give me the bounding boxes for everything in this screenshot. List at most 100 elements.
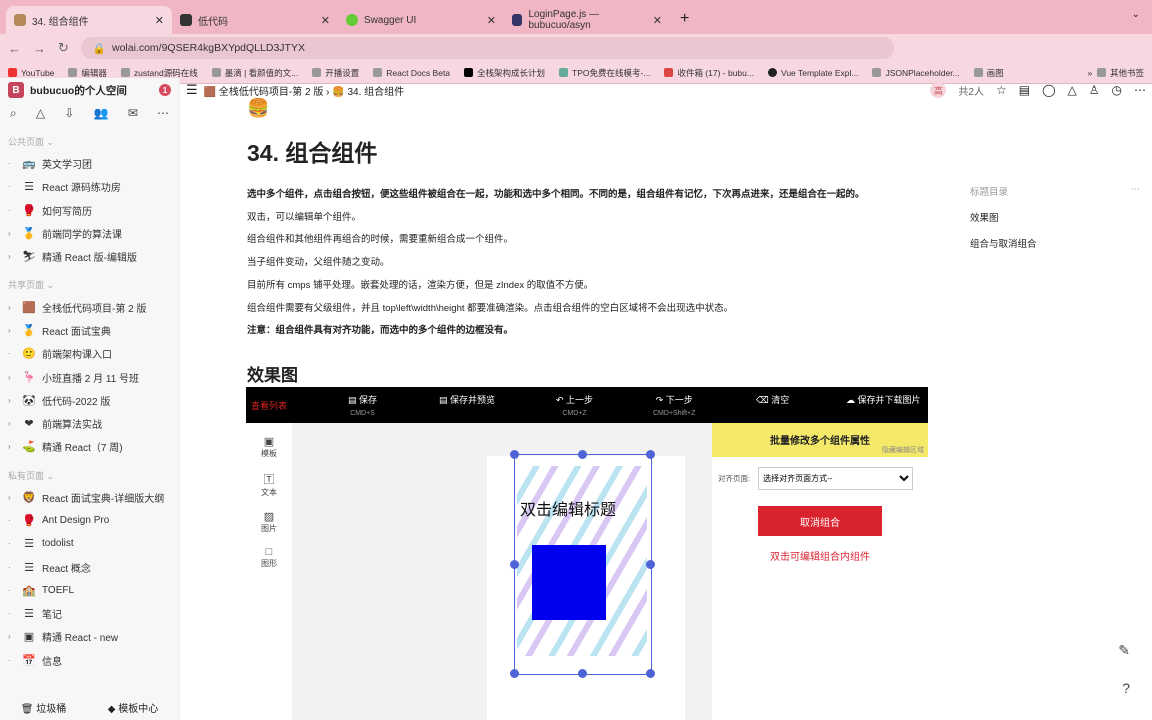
hint-text: 双击可编辑组合内组件 xyxy=(770,552,870,563)
bookmark[interactable]: TPO免费在线模考-... xyxy=(559,67,650,79)
space-switcher[interactable]: Bbubucuo的个人空间 1 xyxy=(0,78,179,102)
sidebar-item[interactable]: · ☰ React 源码练功房 xyxy=(0,175,179,198)
history-icon[interactable]: ◷ xyxy=(1112,83,1122,97)
menu-icon[interactable]: ☰ xyxy=(186,82,198,98)
expand-icon[interactable]: › xyxy=(8,442,16,451)
sidebar-item[interactable]: › 🦁 React 面试宝典-详细版大纲 xyxy=(0,486,179,509)
sidebar-item[interactable]: › ⛳ 精通 React（7 周) xyxy=(0,435,179,458)
bookmark[interactable]: JSONPlaceholder... xyxy=(872,67,960,78)
more-icon[interactable]: ⋯ xyxy=(1131,184,1141,198)
bookmark[interactable]: 墨滴 | 看颜值的文... xyxy=(211,67,298,79)
sidebar-item[interactable]: › ❤ 前端算法实战 xyxy=(0,412,179,435)
sidebar-item[interactable]: › 🟫 全栈低代码项目-第 2 版 xyxy=(0,295,179,318)
tab-loginpage[interactable]: LoginPage.js — bubucuo/asyn ✕ xyxy=(504,6,670,34)
search-icon[interactable]: ⌕ xyxy=(10,106,17,121)
bookmark[interactable]: 收件箱 (17) - bubu... xyxy=(664,67,754,79)
sidebar-item[interactable]: › 🐼 低代码-2022 版 xyxy=(0,389,179,412)
section-header[interactable]: 公共页面 ⌄ xyxy=(0,125,179,152)
bookmark[interactable]: 编辑器 xyxy=(68,67,107,79)
close-icon[interactable]: ✕ xyxy=(321,14,330,27)
sidebar-item[interactable]: · 🥊 如何写简历 xyxy=(0,199,179,222)
members-icon[interactable]: 👥 xyxy=(94,106,109,121)
bookmark[interactable]: zustand源码在线 xyxy=(120,67,198,79)
reload-icon[interactable]: ↻ xyxy=(58,40,69,56)
expand-icon[interactable]: › xyxy=(8,303,16,312)
sidebar-item[interactable]: · ☰ todolist xyxy=(0,532,179,555)
sidebar-item[interactable]: › ⛷ 精通 React 版-编辑版 xyxy=(0,245,179,268)
sidebar-item[interactable]: · 🥊 Ant Design Pro xyxy=(0,509,179,532)
section-header[interactable]: 私有页面 ⌄ xyxy=(0,459,179,486)
url-input[interactable]: 🔒 wolai.com/9QSER4kgBXYpdQLLD3JTYX xyxy=(80,37,894,59)
sidebar-item[interactable]: · 🏫 TOEFL xyxy=(0,579,179,602)
bookmark-label: TPO免费在线模考-... xyxy=(572,67,651,78)
sidebar-item[interactable]: › ▣ 精通 React - new xyxy=(0,625,179,648)
expand-icon[interactable]: › xyxy=(8,373,16,382)
forward-icon[interactable]: → xyxy=(33,41,46,56)
more-icon[interactable]: ⋯ xyxy=(1134,83,1146,97)
expand-icon[interactable]: · xyxy=(8,586,16,595)
expand-icon[interactable]: · xyxy=(8,656,16,665)
close-icon[interactable]: ✕ xyxy=(155,14,164,27)
back-icon[interactable]: ← xyxy=(8,41,21,56)
other-bookmarks[interactable]: » 其他书签 xyxy=(1088,67,1144,79)
new-tab-button[interactable]: + xyxy=(670,10,699,34)
expand-icon[interactable]: · xyxy=(8,539,16,548)
edit-icon[interactable]: ✎ xyxy=(1118,642,1130,659)
more-icon[interactable]: ⋯ xyxy=(157,106,169,121)
bookmark[interactable]: YouTube xyxy=(8,67,54,78)
close-icon[interactable]: ✕ xyxy=(653,14,662,27)
sidebar-item[interactable]: › 🥇 前端同学的算法课 xyxy=(0,222,179,245)
bookmark[interactable]: 全栈架构成长计划 xyxy=(464,67,545,79)
section-header[interactable]: 共享页面 ⌄ xyxy=(0,268,179,295)
comment-icon[interactable]: ▤ xyxy=(1019,83,1030,97)
expand-icon[interactable]: · xyxy=(8,516,16,525)
sidebar-item[interactable]: › 🦩 小班直播 2 月 11 号班 xyxy=(0,365,179,388)
expand-icon[interactable]: · xyxy=(8,206,16,215)
expand-icon[interactable]: · xyxy=(8,159,16,168)
expand-icon[interactable]: › xyxy=(8,396,16,405)
user-icon[interactable]: ♙ xyxy=(1089,83,1100,97)
trash-button[interactable]: 🗑 垃圾桶 xyxy=(21,700,66,715)
tab-current[interactable]: 34. 组合组件 ✕ xyxy=(6,6,172,34)
close-icon[interactable]: ✕ xyxy=(487,14,496,27)
sidebar-item[interactable]: › 🥇 React 面试宝典 xyxy=(0,319,179,342)
toc-item[interactable]: 组合与取消组合 xyxy=(970,236,1140,250)
toc-item[interactable]: 效果图 xyxy=(970,210,1140,224)
sidebar-item[interactable]: · ☰ React 概念 xyxy=(0,555,179,578)
star-icon[interactable]: ☆ xyxy=(996,83,1007,97)
label: 保存 xyxy=(359,395,378,405)
help-icon[interactable]: ? xyxy=(1122,680,1130,696)
expand-icon[interactable]: › xyxy=(8,326,16,335)
expand-icon[interactable]: › xyxy=(8,632,16,641)
expand-icon[interactable]: · xyxy=(8,349,16,358)
sidebar-item[interactable]: · ☰ 笔记 xyxy=(0,602,179,625)
sidebar-item[interactable]: · 🙂 前端架构课入口 xyxy=(0,342,179,365)
expand-icon[interactable]: · xyxy=(8,182,16,191)
chevron-down-icon[interactable]: ⌄ xyxy=(1132,9,1140,20)
sidebar-item-label: 精通 React - new xyxy=(42,633,119,645)
expand-icon[interactable]: › xyxy=(8,252,16,261)
bookmark[interactable]: Vue Template Expl... xyxy=(767,67,858,78)
import-icon[interactable]: ⇩ xyxy=(64,106,74,121)
bookmark[interactable]: React Docs Beta xyxy=(373,67,450,78)
bookmark[interactable]: 开播设置 xyxy=(312,67,359,79)
tab-lowcode[interactable]: 低代码 ✕ xyxy=(172,6,338,34)
expand-icon[interactable]: · xyxy=(8,563,16,572)
share-icon[interactable]: △ xyxy=(1068,83,1077,97)
templates-button[interactable]: ◆ 模板中心 xyxy=(108,700,158,715)
expand-icon[interactable]: › xyxy=(8,229,16,238)
sidebar-item[interactable]: · 🚌 英文学习团 xyxy=(0,152,179,175)
tab-swagger[interactable]: Swagger UI ✕ xyxy=(338,6,504,34)
share-icon[interactable]: △ xyxy=(36,106,45,121)
inbox-icon[interactable]: ✉ xyxy=(128,106,138,121)
breadcrumb[interactable]: 🟫 全栈低代码项目-第 2 版 › 🍔 34. 组合组件 xyxy=(204,83,405,98)
bookmark[interactable]: 画图 xyxy=(973,67,1004,79)
expand-icon[interactable]: › xyxy=(8,419,16,428)
expand-icon[interactable]: · xyxy=(8,609,16,618)
sidebar-item[interactable]: · 📅 信息 xyxy=(0,649,179,672)
bookmark-icon xyxy=(120,67,130,77)
avatar[interactable]: 高 xyxy=(930,82,947,98)
chat-icon[interactable]: ◯ xyxy=(1042,83,1055,97)
member-count[interactable]: 共2人 xyxy=(958,83,984,98)
expand-icon[interactable]: › xyxy=(8,493,16,502)
